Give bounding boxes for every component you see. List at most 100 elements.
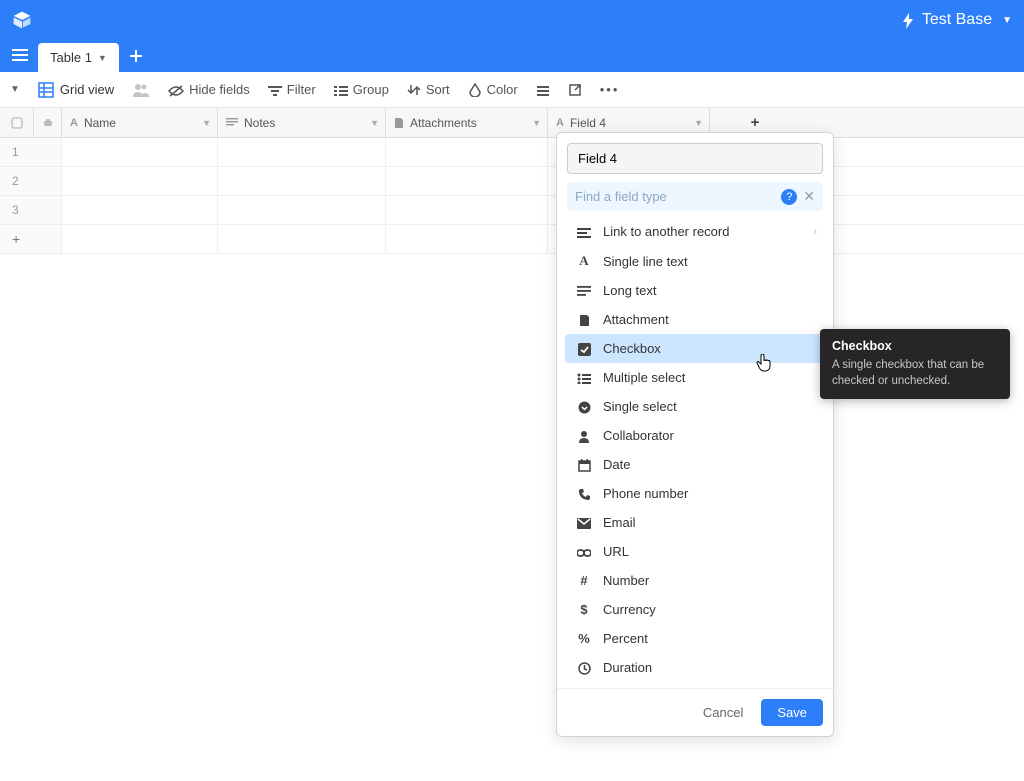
field-type-date[interactable]: Date (565, 450, 825, 479)
field-type-collaborator[interactable]: Collaborator (565, 421, 825, 450)
base-name: Test Base (922, 11, 992, 29)
check-icon (575, 341, 593, 356)
filter-icon (268, 82, 282, 97)
cell[interactable] (62, 138, 218, 166)
row-number: 2 (0, 167, 62, 195)
table-row[interactable]: 2 (0, 167, 1024, 196)
column-dropdown-icon[interactable]: ▼ (694, 118, 703, 128)
field-type-label: Attachment (603, 312, 669, 327)
cell[interactable] (62, 167, 218, 195)
help-icon[interactable]: ? (781, 189, 797, 205)
field-type-label: Link to another record (603, 224, 729, 239)
filter-button[interactable]: Filter (268, 82, 316, 97)
caret-down-icon: ▼ (98, 53, 107, 63)
cell[interactable] (386, 167, 548, 195)
file-icon (575, 312, 593, 327)
column-dropdown-icon[interactable]: ▼ (370, 118, 379, 128)
field-type-label: Collaborator (603, 428, 674, 443)
field-type-label: Duration (603, 660, 652, 675)
cell[interactable] (218, 138, 386, 166)
field-type-tooltip: Checkbox A single checkbox that can be c… (820, 329, 1010, 399)
field-type-label: Email (603, 515, 636, 530)
tab-table1[interactable]: Table 1 ▼ (38, 43, 119, 72)
more-button[interactable]: ••• (600, 82, 620, 97)
select-all-checkbox[interactable] (0, 108, 34, 137)
column-notes[interactable]: Notes ▼ (218, 108, 386, 137)
field-type-label: Checkbox (603, 341, 661, 356)
cell[interactable] (218, 167, 386, 195)
cell[interactable] (218, 196, 386, 224)
tabs-row: Table 1 ▼ (0, 40, 1024, 72)
save-button[interactable]: Save (761, 699, 823, 726)
link-icon (575, 224, 593, 239)
field-type-multiple-select[interactable]: Multiple select (565, 363, 825, 392)
column-attachments[interactable]: Attachments ▼ (386, 108, 548, 137)
row-number: 3 (0, 196, 62, 224)
field-type-email[interactable]: Email (565, 508, 825, 537)
views-dropdown[interactable]: ▼ (10, 84, 20, 95)
field-name-input[interactable] (567, 143, 823, 174)
percent-icon: % (575, 631, 593, 646)
text-icon: A (556, 117, 564, 129)
column-dropdown-icon[interactable]: ▼ (532, 118, 541, 128)
grid-view-button[interactable]: Grid view (38, 81, 114, 98)
field-type-search-input[interactable] (575, 189, 781, 204)
field-type-phone-number[interactable]: Phone number (565, 479, 825, 508)
field-type-single-line-text[interactable]: ASingle line text (565, 246, 825, 276)
field-type-label: Date (603, 457, 630, 472)
table-row[interactable]: 1 (0, 138, 1024, 167)
longtext-icon (575, 283, 593, 298)
hide-fields-button[interactable]: Hide fields (168, 82, 250, 97)
url-icon (575, 544, 593, 559)
table-row[interactable]: 3 (0, 196, 1024, 225)
base-switcher[interactable]: Test Base ▼ (902, 11, 1012, 29)
cell[interactable] (386, 138, 548, 166)
field-type-label: URL (603, 544, 629, 559)
field-type-link-to-another-record[interactable]: Link to another record› (565, 217, 825, 246)
email-icon (575, 515, 593, 530)
multiselect-icon (575, 370, 593, 385)
logo-icon[interactable] (12, 10, 32, 30)
menu-icon[interactable] (8, 46, 38, 72)
bolt-icon (902, 11, 914, 28)
hide-icon (168, 82, 184, 97)
field-type-number[interactable]: #Number (565, 566, 825, 595)
grid-icon (38, 81, 54, 98)
field-type-percent[interactable]: % Percent (565, 624, 825, 653)
field-type-label: Number (603, 573, 649, 588)
tooltip-title: Checkbox (832, 339, 998, 353)
cell[interactable] (386, 196, 548, 224)
A-icon: A (575, 253, 593, 269)
tab-label: Table 1 (50, 50, 92, 65)
longtext-icon (226, 117, 238, 129)
row-number: 1 (0, 138, 62, 166)
field-type-long-text[interactable]: Long text (565, 276, 825, 305)
phone-icon (575, 486, 593, 501)
collaborators-icon[interactable] (132, 82, 150, 98)
field-type-currency[interactable]: $Currency (565, 595, 825, 624)
field-type-attachment[interactable]: Attachment (565, 305, 825, 334)
field-type-duration[interactable]: Duration (565, 653, 825, 682)
field-type-single-select[interactable]: Single select (565, 392, 825, 421)
share-button[interactable] (568, 83, 582, 97)
group-button[interactable]: Group (334, 82, 389, 97)
close-icon[interactable]: ✕ (803, 188, 815, 205)
add-table-button[interactable] (119, 40, 153, 72)
text-icon: A (70, 117, 78, 129)
column-dropdown-icon[interactable]: ▼ (202, 118, 211, 128)
field-type-list: Link to another record›ASingle line text… (557, 217, 833, 688)
column-name[interactable]: A Name ▼ (62, 108, 218, 137)
cancel-button[interactable]: Cancel (695, 699, 751, 726)
color-button[interactable]: Color (468, 82, 518, 98)
row-height-button[interactable] (536, 83, 550, 97)
color-icon (468, 82, 482, 98)
field-type-checkbox[interactable]: Checkbox (565, 334, 825, 363)
cell[interactable] (62, 196, 218, 224)
add-row-button[interactable]: + (0, 225, 1024, 254)
field-type-label: Multiple select (603, 370, 685, 385)
sort-button[interactable]: Sort (407, 82, 450, 98)
view-toolbar: ▼ Grid view Hide fields Filter Group Sor… (0, 72, 1024, 108)
field-type-url[interactable]: URL (565, 537, 825, 566)
field-config-popup: ? ✕ Link to another record›ASingle line … (556, 132, 834, 737)
field-type-label: Percent (603, 631, 648, 646)
